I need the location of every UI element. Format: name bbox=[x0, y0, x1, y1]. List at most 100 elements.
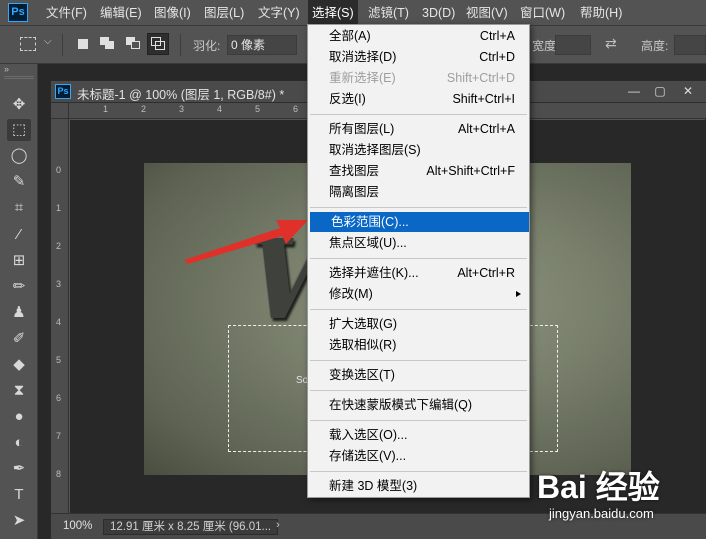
menu-item-label: 取消选择图层(S) bbox=[329, 143, 421, 157]
menu-item-shortcut: Ctrl+D bbox=[479, 50, 515, 64]
marquee-preset-icon[interactable] bbox=[20, 37, 36, 51]
lasso-icon[interactable]: ◯ bbox=[7, 145, 31, 167]
zoom-level[interactable]: 100% bbox=[63, 520, 92, 532]
toolbar-grip[interactable] bbox=[4, 76, 34, 79]
eyedropper-icon[interactable]: ⁄ bbox=[7, 224, 31, 246]
watermark-url: jingyan.baidu.com bbox=[549, 506, 654, 521]
path-select-icon[interactable]: ➤ bbox=[7, 510, 31, 532]
menu-separator bbox=[310, 360, 527, 361]
select-menu-item[interactable]: 扩大选取(G) bbox=[308, 314, 529, 334]
document-info[interactable]: 12.91 厘米 x 8.25 厘米 (96.01... bbox=[103, 519, 279, 535]
menu-separator bbox=[310, 114, 527, 115]
menu-type[interactable]: 文字(Y) bbox=[254, 0, 304, 26]
marquee-icon[interactable]: ⬚ bbox=[7, 119, 31, 141]
select-menu-item[interactable]: 隔离图层 bbox=[308, 182, 529, 202]
feather-input[interactable]: 0 像素 bbox=[227, 35, 297, 55]
menu-separator bbox=[310, 309, 527, 310]
menu-view[interactable]: 视图(V) bbox=[462, 0, 512, 26]
select-menu-item[interactable]: 取消选择(D) Ctrl+D bbox=[308, 47, 529, 67]
menu-item-label: 查找图层 bbox=[329, 164, 380, 178]
new-selection-icon[interactable] bbox=[78, 39, 88, 49]
healing-brush-icon[interactable]: ⊞ bbox=[7, 250, 31, 272]
ruler-left-label: 7 bbox=[56, 431, 62, 441]
menu-separator bbox=[310, 258, 527, 259]
watermark: Bai 经验 jingyan.baidu.com bbox=[535, 460, 705, 538]
stamp-icon[interactable]: ♟ bbox=[7, 302, 31, 324]
menu-item-shortcut: Shift+Ctrl+D bbox=[446, 71, 515, 85]
collapse-icon[interactable]: » bbox=[4, 64, 9, 74]
menu-item-label: 新建 3D 模型(3) bbox=[329, 479, 418, 493]
menu-item-shortcut: Alt+Ctrl+R bbox=[457, 266, 515, 280]
ruler-top-label: 5 bbox=[255, 104, 261, 114]
menu-item-label: 选择并遮住(K)... bbox=[329, 266, 419, 280]
select-menu-item[interactable]: 色彩范围(C)... bbox=[310, 212, 529, 232]
select-menu-item[interactable]: 修改(M) bbox=[308, 284, 529, 304]
menu-item-shortcut: Shift+Ctrl+I bbox=[452, 92, 515, 106]
select-menu-item[interactable]: 载入选区(O)... bbox=[308, 425, 529, 445]
select-menu-item[interactable]: 在快速蒙版模式下编辑(Q) bbox=[308, 395, 529, 415]
chevron-down-icon[interactable]: ⌵ bbox=[44, 36, 52, 47]
menu-item-label: 存储选区(V)... bbox=[329, 449, 407, 463]
submenu-arrow-icon bbox=[516, 291, 521, 297]
select-menu-item[interactable]: 变换选区(T) bbox=[308, 365, 529, 385]
paint-bucket-icon[interactable]: ⧗ bbox=[7, 380, 31, 402]
menu-item-label: 反选(I) bbox=[329, 92, 366, 106]
select-menu-item[interactable]: 取消选择图层(S) bbox=[308, 140, 529, 160]
history-brush-icon[interactable]: ✐ bbox=[7, 328, 31, 350]
width-input[interactable] bbox=[555, 35, 591, 55]
ruler-left-label: 6 bbox=[56, 393, 62, 403]
minimize-icon[interactable]: — bbox=[621, 82, 647, 101]
select-menu-item[interactable]: 焦点区域(U)... bbox=[308, 233, 529, 253]
select-menu-item[interactable]: 反选(I) Shift+Ctrl+I bbox=[308, 89, 529, 109]
document-title: 未标题-1 @ 100% (图层 1, RGB/8#) * bbox=[77, 88, 285, 102]
select-menu-item[interactable]: 重新选择(E) Shift+Ctrl+D bbox=[308, 68, 529, 88]
menu-item-label: 载入选区(O)... bbox=[329, 428, 408, 442]
subtract-selection-icon[interactable] bbox=[126, 37, 140, 49]
maximize-icon[interactable]: ▢ bbox=[647, 82, 673, 101]
menu-help[interactable]: 帮助(H) bbox=[576, 0, 626, 26]
menu-item-label: 焦点区域(U)... bbox=[329, 236, 407, 250]
menu-separator bbox=[310, 207, 527, 208]
intersect-selection-icon[interactable] bbox=[147, 33, 169, 55]
annotation-arrow-icon bbox=[184, 220, 308, 264]
menu-separator bbox=[310, 420, 527, 421]
ruler-left: 0 1 2 3 4 5 6 7 8 bbox=[51, 119, 69, 513]
close-icon[interactable]: ✕ bbox=[675, 82, 701, 101]
select-menu-item[interactable]: 查找图层 Alt+Shift+Ctrl+F bbox=[308, 161, 529, 181]
menu-filter[interactable]: 滤镜(T) bbox=[364, 0, 413, 26]
select-menu-item[interactable]: 选取相似(R) bbox=[308, 335, 529, 355]
menu-3d[interactable]: 3D(D) bbox=[418, 0, 459, 26]
menu-select[interactable]: 选择(S) bbox=[308, 0, 358, 26]
add-selection-icon[interactable] bbox=[100, 37, 114, 49]
select-menu-item[interactable]: 所有图层(L) Alt+Ctrl+A bbox=[308, 119, 529, 139]
ruler-left-label: 4 bbox=[56, 317, 62, 327]
swap-icon[interactable]: ⇄ bbox=[605, 35, 617, 52]
quick-select-icon[interactable]: ✎ bbox=[7, 171, 31, 193]
select-menu-item[interactable]: 存储选区(V)... bbox=[308, 446, 529, 466]
select-menu-item[interactable]: 全部(A) Ctrl+A bbox=[308, 26, 529, 46]
dodge-icon[interactable]: ◐ bbox=[7, 432, 31, 454]
type-icon[interactable]: T bbox=[7, 484, 31, 506]
menu-separator bbox=[310, 471, 527, 472]
menu-window[interactable]: 窗口(W) bbox=[516, 0, 569, 26]
chevron-right-icon[interactable]: › bbox=[276, 519, 280, 531]
eraser-icon[interactable]: ◆ bbox=[7, 354, 31, 376]
ruler-left-label: 3 bbox=[56, 279, 62, 289]
ruler-origin[interactable] bbox=[51, 103, 69, 119]
watermark-logo: Bai 经验 bbox=[537, 469, 660, 505]
move-icon[interactable]: ✥ bbox=[7, 94, 31, 116]
blur-icon[interactable]: ● bbox=[7, 406, 31, 428]
menu-item-label: 隔离图层 bbox=[329, 185, 380, 199]
height-input[interactable] bbox=[674, 35, 706, 55]
divider bbox=[62, 34, 63, 56]
select-menu-item[interactable]: 选择并遮住(K)... Alt+Ctrl+R bbox=[308, 263, 529, 283]
menu-item-shortcut: Alt+Ctrl+A bbox=[458, 122, 515, 136]
brush-icon[interactable]: ✏ bbox=[7, 276, 31, 298]
menu-image[interactable]: 图像(I) bbox=[150, 0, 195, 26]
menu-layer[interactable]: 图层(L) bbox=[200, 0, 248, 26]
menu-edit[interactable]: 编辑(E) bbox=[96, 0, 146, 26]
menu-file[interactable]: 文件(F) bbox=[42, 0, 91, 26]
select-menu-item[interactable]: 新建 3D 模型(3) bbox=[308, 476, 529, 496]
crop-icon[interactable]: ⌗ bbox=[7, 197, 31, 219]
pen-icon[interactable]: ✒ bbox=[7, 458, 31, 480]
